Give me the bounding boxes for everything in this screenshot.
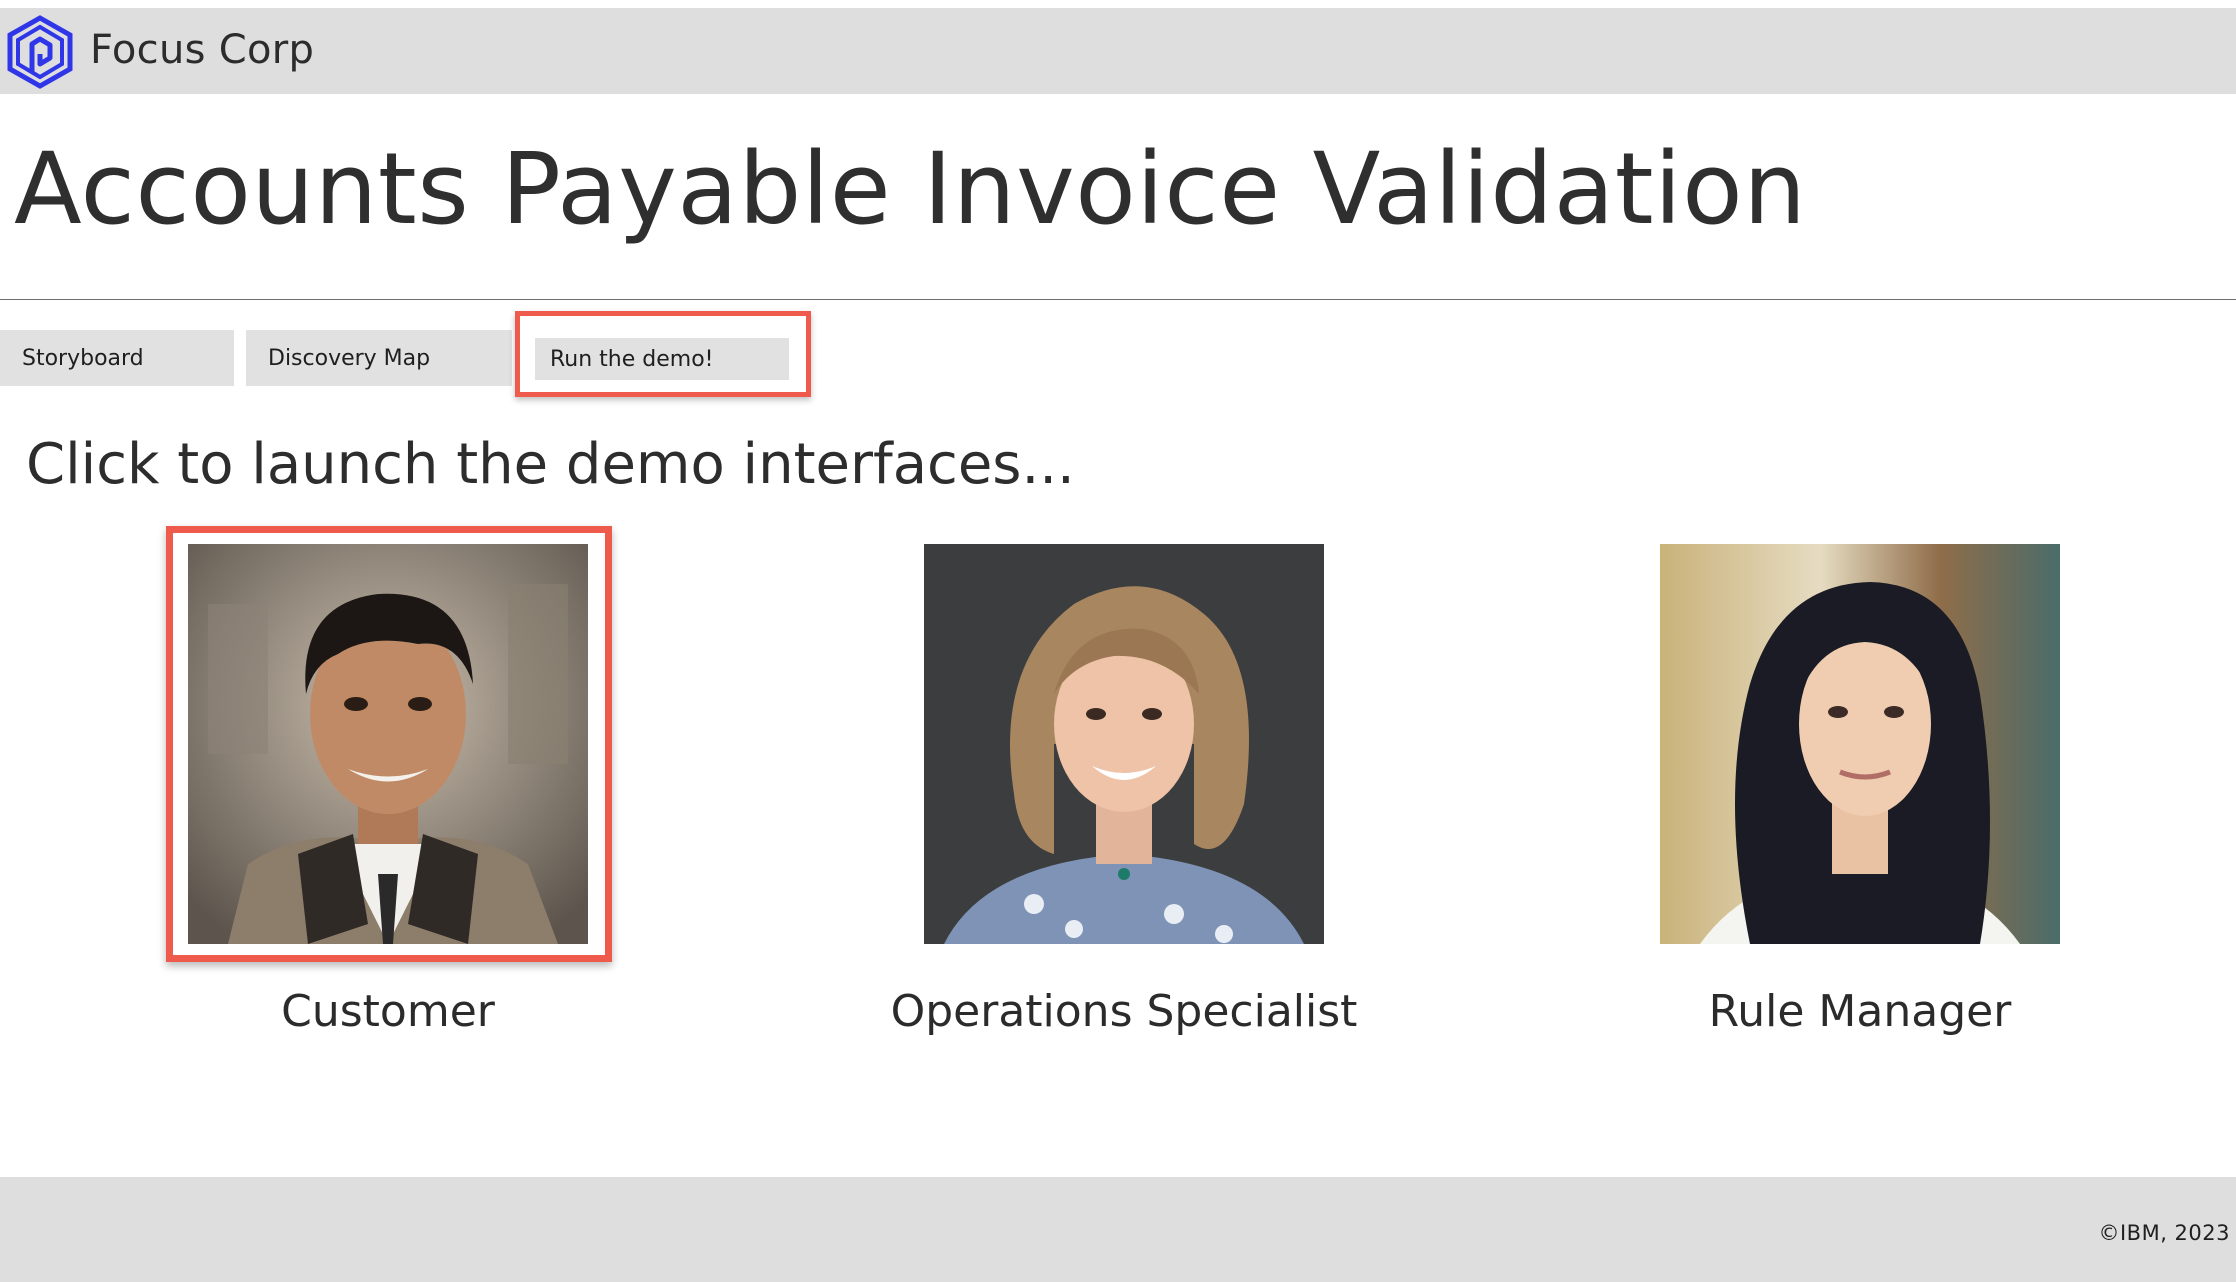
page-title: Accounts Payable Invoice Validation [14,132,1807,247]
tab-run-the-demo[interactable]: Run the demo! [535,338,789,380]
hexagon-logo-icon[interactable] [2,14,78,90]
persona-operations-specialist[interactable]: Operations Specialist [864,526,1384,1046]
persona-customer[interactable]: Customer [128,526,648,1046]
brand-name[interactable]: Focus Corp [90,25,314,75]
persona-label-customer[interactable]: Customer [128,984,648,1040]
operations-specialist-photo[interactable] [924,544,1324,944]
persona-label-rule-manager[interactable]: Rule Manager [1600,984,2120,1040]
divider [0,299,2236,300]
tab-discovery-map[interactable]: Discovery Map [246,330,512,386]
customer-photo[interactable] [188,544,588,944]
tab-storyboard[interactable]: Storyboard [0,330,234,386]
persona-label-operations-specialist[interactable]: Operations Specialist [864,984,1384,1040]
launch-instructions: Click to launch the demo interfaces... [26,432,1075,497]
rule-manager-photo[interactable] [1660,544,2060,944]
copyright-text: ©IBM, 2023 [2098,1221,2230,1245]
persona-rule-manager[interactable]: Rule Manager [1600,526,2120,1046]
top-bar: Focus Corp [0,8,2236,94]
footer: ©IBM, 2023 [0,1177,2236,1282]
